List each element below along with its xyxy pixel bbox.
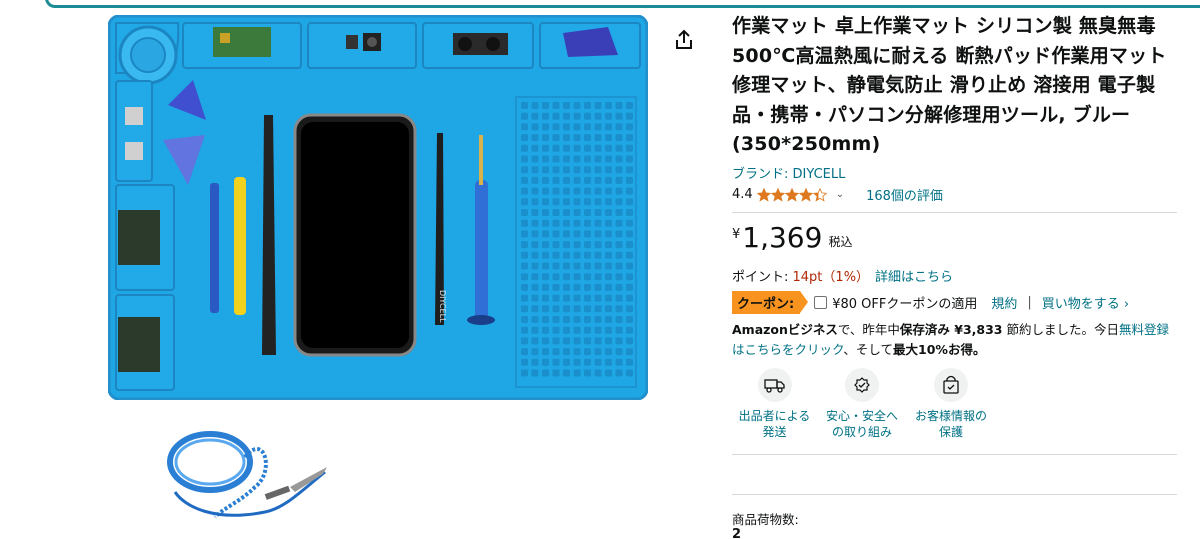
- review-count-link[interactable]: 168個の評価: [866, 185, 943, 204]
- rating-row: 4.4 ⌄ 168個の評価: [732, 186, 1177, 204]
- share-button[interactable]: [672, 28, 696, 52]
- coupon-text[interactable]: ¥80 OFFクーポンの適用: [832, 293, 977, 312]
- points-percent: （1%）: [822, 270, 870, 285]
- feature-safety[interactable]: 安心・安全へ の取り組み: [817, 368, 907, 440]
- star-icon: [756, 187, 771, 202]
- secondary-product-image[interactable]: [155, 412, 340, 537]
- price-value: 1,369: [742, 221, 823, 254]
- business-discount: 最大10%お得。: [893, 342, 986, 357]
- price: ¥ 1,369 税込: [732, 221, 852, 255]
- business-name: Amazonビジネス: [732, 322, 838, 337]
- star-icon: [784, 187, 799, 202]
- coupon-row: クーポン: ¥80 OFFクーポンの適用 規約 | 買い物をする ›: [732, 291, 1129, 314]
- coupon-checkbox[interactable]: [814, 296, 828, 309]
- divider: [732, 454, 1177, 455]
- business-text-1: で、昨年中: [837, 322, 900, 337]
- coupon-separator: |: [1027, 295, 1032, 310]
- feature-label-line2: の取り組み: [831, 425, 892, 439]
- divider: [732, 494, 1177, 495]
- coupon-terms-link[interactable]: 規約: [991, 293, 1017, 312]
- business-text-2: 節約しました。今日: [1002, 322, 1119, 337]
- feature-label-line1: お客様情報の: [914, 409, 987, 423]
- chevron-down-icon[interactable]: ⌄: [836, 189, 844, 200]
- feature-label-line1: 出品者による: [738, 409, 811, 423]
- silicone-mat-illustration: DIYCELL: [107, 14, 649, 401]
- antistatic-wrist-strap-illustration: [167, 431, 327, 519]
- star-icon: [798, 187, 813, 202]
- package-quantity-label: 商品荷物数:: [732, 512, 799, 527]
- feature-seller-shipping[interactable]: 出品者による 発送: [732, 368, 817, 440]
- coupon-badge: クーポン:: [732, 291, 809, 314]
- business-saved: 保存済み ¥3,833: [899, 322, 1003, 337]
- feature-icons: 出品者による 発送 安心・安全へ の取り組み お客様情報の 保護: [732, 368, 995, 440]
- divider: [732, 212, 1177, 213]
- main-product-image[interactable]: DIYCELL: [107, 14, 649, 401]
- points-value: 14pt: [792, 270, 823, 285]
- product-info-panel: 作業マット 卓上作業マット シリコン製 無臭無毒 500℃高温熱風に耐える 断熱…: [732, 12, 1177, 204]
- brand-link[interactable]: ブランド: DIYCELL: [732, 163, 1177, 182]
- tweezers-brand-text: DIYCELL: [438, 290, 447, 323]
- amazon-business-promo: Amazonビジネスで、昨年中保存済み ¥3,833 節約しました。今日無料登録…: [732, 320, 1177, 360]
- shield-badge-icon: [845, 368, 879, 402]
- feature-label-line2: 発送: [762, 425, 787, 439]
- share-icon: [676, 29, 692, 49]
- tax-label: 税込: [828, 235, 853, 249]
- coupon-shop-link[interactable]: 買い物をする ›: [1042, 293, 1129, 312]
- points-prefix: ポイント:: [732, 270, 793, 285]
- points-details-link[interactable]: 詳細はこちら: [875, 270, 953, 285]
- rating-value: 4.4: [732, 187, 753, 202]
- feature-label-line1: 安心・安全へ: [825, 409, 898, 423]
- product-title: 作業マット 卓上作業マット シリコン製 無臭無毒 500℃高温熱風に耐える 断熱…: [732, 15, 1167, 155]
- top-frame: [45, 0, 1200, 8]
- business-text-3: 、そして: [843, 342, 894, 357]
- feature-privacy[interactable]: お客様情報の 保護: [907, 368, 995, 440]
- truck-icon: [757, 368, 792, 402]
- feature-label-line2: 保護: [938, 425, 963, 439]
- points-row: ポイント: 14pt（1%） 詳細はこちら: [732, 266, 953, 285]
- star-rating[interactable]: [756, 187, 827, 202]
- star-icon: [812, 187, 827, 202]
- lock-check-icon: [934, 368, 968, 402]
- price-currency: ¥: [732, 227, 741, 242]
- star-icon: [770, 187, 785, 202]
- package-quantity-value: 2: [732, 527, 742, 539]
